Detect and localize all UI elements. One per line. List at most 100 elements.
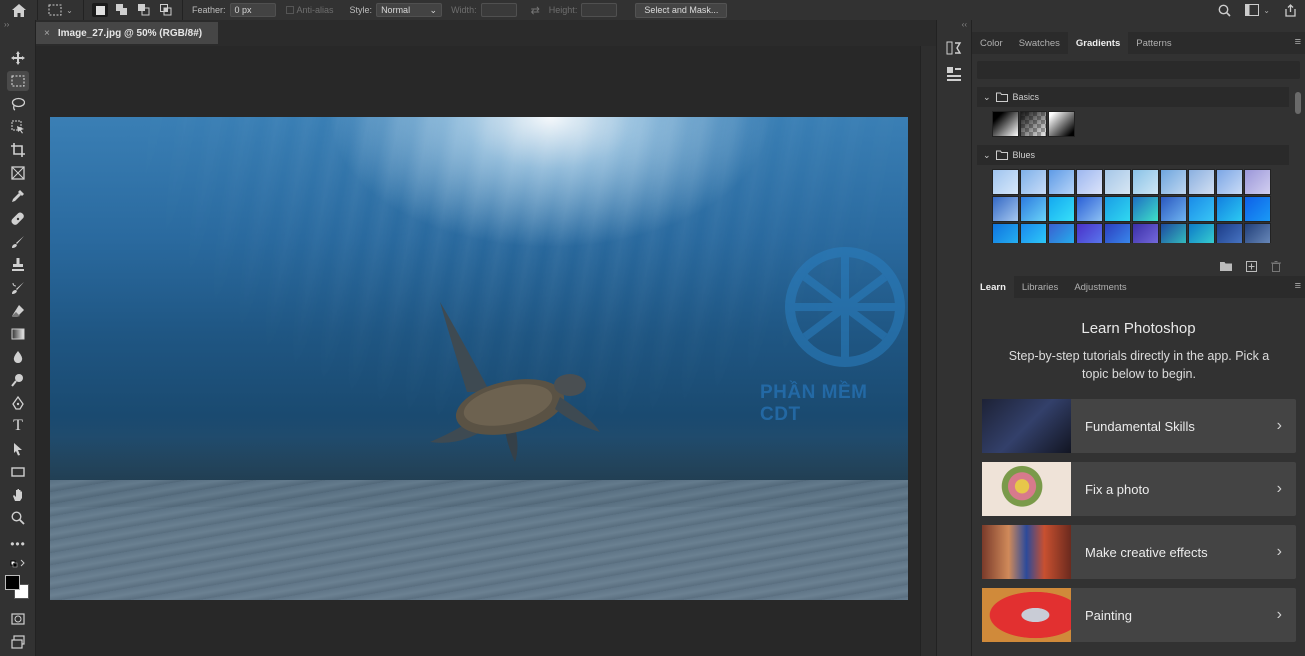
gradient-swatch[interactable]: [1076, 169, 1103, 195]
tab-color[interactable]: Color: [972, 32, 1011, 54]
gradient-swatch[interactable]: [1216, 169, 1243, 195]
path-selection-tool[interactable]: [7, 439, 29, 459]
swap-width-height-icon[interactable]: ⇄: [531, 4, 540, 17]
add-icon[interactable]: [1246, 260, 1257, 272]
canvas-scrollbar[interactable]: [920, 46, 936, 656]
gradient-folder-blues[interactable]: ⌄ Blues: [977, 145, 1289, 165]
gradient-swatch[interactable]: [1244, 169, 1271, 195]
tab-adjustments[interactable]: Adjustments: [1066, 276, 1134, 298]
dodge-tool[interactable]: [7, 370, 29, 390]
gradient-swatch[interactable]: [1216, 196, 1243, 222]
gradient-swatch[interactable]: [1160, 169, 1187, 195]
gradient-swatch[interactable]: [1020, 196, 1047, 222]
gradient-swatch[interactable]: [1048, 169, 1075, 195]
gradient-swatch[interactable]: [992, 196, 1019, 222]
style-select[interactable]: Normal ⌄: [376, 3, 443, 17]
select-and-mask-button[interactable]: Select and Mask...: [635, 2, 728, 18]
feather-input[interactable]: 0 px: [229, 3, 276, 17]
edit-toolbar-button[interactable]: •••: [7, 534, 29, 554]
zoom-tool[interactable]: [7, 508, 29, 528]
tab-patterns[interactable]: Patterns: [1128, 32, 1179, 54]
document-image[interactable]: PHẦN MỀM CDT: [50, 117, 908, 600]
search-icon[interactable]: [1218, 4, 1231, 17]
pen-tool[interactable]: [7, 393, 29, 413]
add-to-selection-button[interactable]: [114, 3, 130, 17]
gradient-search-input[interactable]: [977, 61, 1300, 79]
brush-tool[interactable]: [7, 232, 29, 252]
gradient-swatch[interactable]: [1188, 169, 1215, 195]
gradient-folder-basics[interactable]: ⌄ Basics: [977, 87, 1289, 107]
height-input[interactable]: [581, 3, 618, 17]
tab-gradients[interactable]: Gradients: [1067, 32, 1129, 54]
foreground-color-swatch[interactable]: [5, 575, 20, 590]
gradient-swatch[interactable]: [1020, 223, 1047, 243]
history-panel-button[interactable]: [943, 38, 965, 58]
gradient-swatch[interactable]: [1160, 223, 1187, 243]
type-tool[interactable]: T: [7, 416, 29, 436]
share-icon[interactable]: [1284, 3, 1297, 17]
gradient-swatch[interactable]: [1076, 223, 1103, 243]
subtract-from-selection-button[interactable]: [136, 3, 152, 17]
gradient-swatch[interactable]: [992, 223, 1019, 243]
clone-stamp-tool[interactable]: [7, 255, 29, 275]
gradient-swatch[interactable]: [1048, 111, 1075, 137]
gradient-swatch[interactable]: [1244, 196, 1271, 222]
history-brush-tool[interactable]: [7, 278, 29, 298]
default-colors-button[interactable]: [7, 558, 29, 570]
panel-menu-icon[interactable]: ≡: [1295, 36, 1301, 48]
gradients-scrollbar[interactable]: [1295, 92, 1301, 114]
eraser-tool[interactable]: [7, 301, 29, 321]
document-tab[interactable]: × Image_27.jpg @ 50% (RGB/8#): [36, 22, 218, 44]
gradient-swatch[interactable]: [1048, 196, 1075, 222]
tab-swatches[interactable]: Swatches: [1011, 32, 1068, 54]
tutorial-card-fundamental-skills[interactable]: Fundamental Skills ›: [982, 399, 1296, 453]
collapse-toolbar-icon[interactable]: ››: [0, 20, 35, 32]
workspace-switcher[interactable]: ⌄: [1245, 4, 1270, 16]
gradient-swatch[interactable]: [1188, 223, 1215, 243]
tab-learn[interactable]: Learn: [972, 276, 1014, 298]
frame-tool[interactable]: [7, 163, 29, 183]
screen-mode-button[interactable]: [7, 632, 29, 652]
gradient-swatch[interactable]: [1048, 223, 1075, 243]
move-tool[interactable]: [7, 48, 29, 68]
gradient-swatch[interactable]: [1132, 196, 1159, 222]
antialias-checkbox[interactable]: [285, 6, 294, 14]
gradient-swatch[interactable]: [1020, 111, 1047, 137]
tab-libraries[interactable]: Libraries: [1014, 276, 1066, 298]
gradient-swatch[interactable]: [1132, 223, 1159, 243]
trash-icon[interactable]: [1271, 260, 1281, 272]
gradient-swatch[interactable]: [1216, 223, 1243, 243]
tutorial-card-painting[interactable]: Painting ›: [982, 588, 1296, 642]
spot-healing-tool[interactable]: [7, 209, 29, 229]
new-group-folder-icon[interactable]: [1220, 261, 1232, 271]
tutorial-card-make-creative-effects[interactable]: Make creative effects ›: [982, 525, 1296, 579]
quick-mask-button[interactable]: [7, 609, 29, 629]
gradient-swatch[interactable]: [1244, 223, 1271, 243]
gradient-swatch[interactable]: [992, 111, 1019, 137]
gradient-swatch[interactable]: [1160, 196, 1187, 222]
eyedropper-tool[interactable]: [7, 186, 29, 206]
tool-preset-picker[interactable]: ⌄: [38, 0, 84, 20]
object-selection-tool[interactable]: [7, 117, 29, 137]
crop-tool[interactable]: [7, 140, 29, 160]
gradient-swatch[interactable]: [1104, 169, 1131, 195]
intersect-selection-button[interactable]: [158, 3, 174, 17]
gradient-tool[interactable]: [7, 324, 29, 344]
new-selection-button[interactable]: [92, 3, 108, 17]
gradient-swatch[interactable]: [1020, 169, 1047, 195]
gradient-swatch[interactable]: [992, 169, 1019, 195]
lasso-tool[interactable]: [7, 94, 29, 114]
width-input[interactable]: [480, 3, 517, 17]
hand-tool[interactable]: [7, 485, 29, 505]
home-button[interactable]: [0, 0, 38, 20]
gradient-swatch[interactable]: [1104, 196, 1131, 222]
collapse-panels-icon[interactable]: ‹‹: [937, 20, 971, 32]
close-document-icon[interactable]: ×: [44, 28, 50, 39]
rectangular-marquee-tool[interactable]: [7, 71, 29, 91]
gradient-swatch[interactable]: [1188, 196, 1215, 222]
color-swatches[interactable]: [5, 575, 31, 601]
blur-tool[interactable]: [7, 347, 29, 367]
panel-menu-icon[interactable]: ≡: [1295, 280, 1301, 292]
gradient-swatch[interactable]: [1132, 169, 1159, 195]
properties-panel-button[interactable]: [943, 64, 965, 84]
